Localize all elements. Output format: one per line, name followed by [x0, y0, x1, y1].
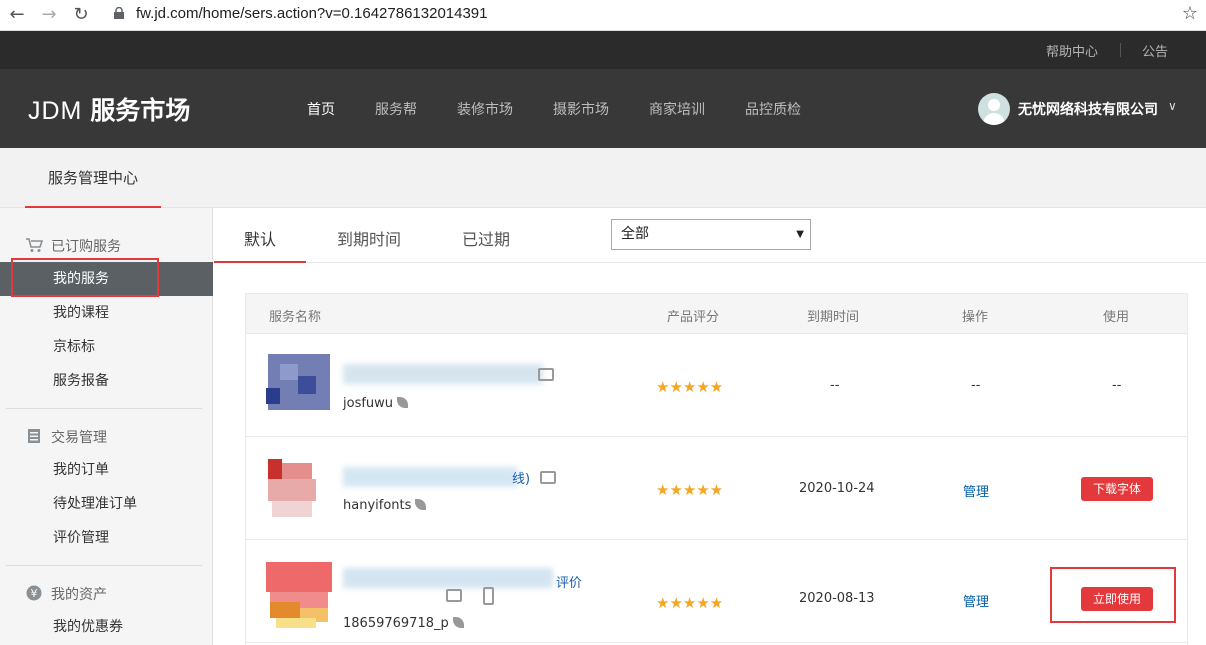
nav-quality-inspection[interactable]: 品控质检 — [745, 99, 801, 119]
manage-link[interactable]: 管理 — [963, 591, 989, 610]
manage-link[interactable]: 管理 — [963, 481, 989, 500]
nav-merchant-training[interactable]: 商家培训 — [649, 99, 705, 119]
lock-icon — [114, 7, 124, 19]
sidebar-section-subscribed: 已订购服务 — [25, 236, 121, 256]
nav-home[interactable]: 首页 — [307, 99, 335, 119]
operation-cell: -- — [971, 378, 981, 393]
table-row: josfuwu ★★★★★ -- -- -- — [246, 334, 1187, 437]
cart-icon — [26, 238, 43, 252]
service-name-fragment[interactable]: 线) — [512, 468, 530, 487]
tab-default[interactable]: 默认 — [244, 226, 276, 250]
column-service-name: 服务名称 — [269, 310, 322, 325]
service-thumbnail[interactable] — [266, 562, 332, 628]
service-name-redacted[interactable] — [343, 467, 518, 487]
util-divider — [1120, 43, 1121, 57]
status-filter-value: 全部 — [621, 226, 649, 242]
desktop-icon — [540, 471, 556, 484]
sidebar-item-review-management[interactable]: 评价管理 — [0, 521, 213, 555]
yen-icon: ¥ — [26, 585, 42, 601]
expiry-date: 2020-10-24 — [799, 481, 875, 496]
sidebar-divider — [6, 408, 202, 409]
expiry-date: -- — [830, 378, 840, 393]
help-center-link[interactable]: 帮助中心 — [1046, 41, 1098, 60]
url-field[interactable]: fw.jd.com/home/sers.action?v=0.164278613… — [136, 5, 488, 22]
services-table: 服务名称 产品评分 到期时间 操作 使用 josfuwu ★★★★★ -- --… — [245, 293, 1188, 645]
vendor-name: 18659769718_p — [343, 616, 449, 631]
service-thumbnail[interactable] — [266, 457, 332, 523]
logo-prefix: JDM — [28, 97, 83, 125]
table-row: 线) hanyifonts ★★★★★ 2020-10-24 管理 下载字体 — [246, 437, 1187, 540]
sidebar-section-label: 已订购服务 — [51, 239, 121, 255]
sidebar-item-my-coupons[interactable]: 我的优惠券 — [0, 610, 213, 644]
desktop-icon — [446, 589, 462, 602]
leaf-icon — [452, 617, 464, 628]
highlight-box-my-services — [11, 258, 159, 297]
service-vendor[interactable]: josfuwu — [343, 396, 409, 411]
back-arrow-icon[interactable]: ← — [6, 4, 28, 26]
vendor-name: hanyifonts — [343, 498, 412, 513]
dropdown-arrow-icon: ▼ — [796, 229, 804, 240]
announcement-link[interactable]: 公告 — [1142, 41, 1168, 60]
column-operation: 操作 — [962, 310, 989, 325]
active-tab-indicator — [214, 261, 306, 263]
nav-photo-market[interactable]: 摄影市场 — [553, 99, 609, 119]
sidebar-item-jingbiaobiao[interactable]: 京标标 — [0, 330, 213, 364]
forward-arrow-icon[interactable]: → — [38, 4, 60, 26]
rating-stars: ★★★★★ — [656, 378, 724, 396]
sidebar-item-pending-orders[interactable]: 待处理准订单 — [0, 487, 213, 521]
rating-stars: ★★★★★ — [656, 594, 724, 612]
rating-stars: ★★★★★ — [656, 481, 724, 499]
download-font-button[interactable]: 下载字体 — [1081, 477, 1153, 501]
service-vendor[interactable]: 18659769718_p — [343, 616, 464, 631]
bookmark-star-icon[interactable]: ☆ — [1182, 3, 1198, 24]
sub-header: 服务管理中心 — [0, 148, 1206, 208]
status-filter-select[interactable]: 全部 ▼ — [611, 219, 811, 250]
sidebar-section-transactions: 交易管理 — [25, 427, 107, 447]
sidebar-section-label: 交易管理 — [51, 430, 107, 446]
column-use: 使用 — [1103, 310, 1130, 325]
highlight-box-use-now — [1050, 567, 1176, 623]
table-row: 评价 18659769718_p ★★★★★ 2020-08-13 管理 立即使… — [246, 540, 1187, 643]
sidebar-item-my-courses[interactable]: 我的课程 — [0, 296, 213, 330]
site-logo[interactable]: JDM 服务市场 — [28, 91, 190, 127]
mobile-icon — [483, 587, 494, 605]
site-header: JDM 服务市场 首页 服务帮 装修市场 摄影市场 商家培训 品控质检 无忧网络… — [0, 69, 1206, 148]
nav-decoration-market[interactable]: 装修市场 — [457, 99, 513, 119]
table-header: 服务名称 产品评分 到期时间 操作 使用 — [246, 294, 1187, 334]
desktop-icon — [538, 368, 554, 381]
leaf-icon — [397, 397, 409, 408]
service-vendor[interactable]: hanyifonts — [343, 498, 427, 513]
top-utility-bar: 帮助中心 公告 — [0, 31, 1206, 69]
vendor-name: josfuwu — [343, 396, 394, 411]
expiry-date: 2020-08-13 — [799, 591, 875, 606]
sidebar-item-service-report[interactable]: 服务报备 — [0, 364, 213, 398]
page-title[interactable]: 服务管理中心 — [25, 148, 161, 208]
service-name-redacted[interactable] — [343, 568, 553, 588]
sidebar-section-label: 我的资产 — [51, 587, 107, 603]
chevron-down-icon[interactable]: ∨ — [1168, 99, 1177, 113]
sidebar-divider — [6, 565, 202, 566]
tab-expiry-time[interactable]: 到期时间 — [337, 226, 401, 250]
service-name-redacted[interactable] — [343, 364, 543, 384]
column-expiry: 到期时间 — [807, 310, 860, 325]
leaf-icon — [415, 499, 427, 510]
company-name[interactable]: 无忧网络科技有限公司 — [1018, 99, 1158, 119]
clipboard-icon — [28, 429, 40, 443]
reload-icon[interactable]: ↻ — [70, 4, 92, 26]
service-thumbnail[interactable] — [266, 348, 332, 414]
sidebar-item-my-orders[interactable]: 我的订单 — [0, 453, 213, 487]
svg-text:¥: ¥ — [31, 587, 38, 600]
browser-address-bar: ← → ↻ fw.jd.com/home/sers.action?v=0.164… — [0, 0, 1206, 31]
service-name-fragment[interactable]: 评价 — [556, 572, 582, 591]
use-cell: -- — [1112, 378, 1122, 393]
sidebar-section-assets: ¥ 我的资产 — [25, 584, 107, 604]
tab-expired[interactable]: 已过期 — [462, 226, 510, 250]
nav-service-help[interactable]: 服务帮 — [375, 99, 417, 119]
column-rating: 产品评分 — [667, 310, 720, 325]
avatar[interactable] — [978, 93, 1010, 125]
logo-text: 服务市场 — [90, 97, 191, 125]
